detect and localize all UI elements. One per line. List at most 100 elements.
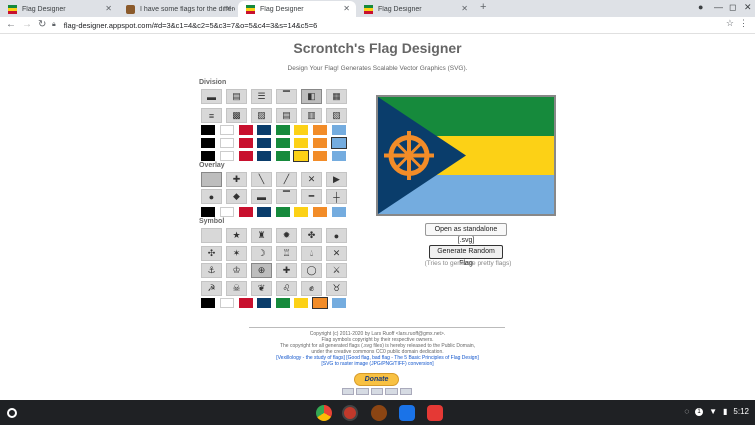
chrome-icon[interactable] [316,405,332,421]
drop-icon[interactable]: 💧︎ [301,245,322,261]
close-icon[interactable]: ✕ [105,4,112,13]
cross-flower-icon[interactable]: ✤ [301,228,322,243]
minimize-icon[interactable]: — [714,2,723,12]
division-option[interactable]: ▩ [226,108,247,123]
wheel-icon[interactable]: ⊕ [251,263,272,278]
color-swatch[interactable] [239,298,253,308]
url-text[interactable]: flag-designer.appspot.com/#d=3&c1=4&c2=5… [64,21,318,30]
anchor-icon[interactable]: ⚓︎ [201,263,222,278]
color-swatch[interactable] [257,207,271,217]
division-option[interactable]: ≡ [201,108,222,123]
hammer-sickle-icon[interactable]: ☭ [201,280,222,296]
address-bar[interactable]: 🔒︎ flag-designer.appspot.com/#d=3&c1=4&c… [52,18,748,32]
tab-flags-post[interactable]: I have some flags for the differe... ✕ [118,1,238,17]
swords-icon[interactable]: ⚔︎ [326,263,347,278]
division-option[interactable]: ▥ [301,108,322,123]
color-swatch[interactable] [257,298,271,308]
color-swatch[interactable] [239,151,253,161]
color-swatch[interactable] [332,298,346,308]
launcher-icon[interactable] [7,408,17,418]
leaf-icon[interactable]: ❦ [251,280,272,296]
menu-icon[interactable]: ⋮ [739,18,748,29]
color-swatch[interactable] [294,207,308,217]
division-option[interactable]: ▧ [326,108,347,123]
color-swatch[interactable] [201,138,215,148]
color-swatch[interactable] [276,207,290,217]
color-swatch[interactable] [257,151,271,161]
eagle-icon[interactable]: ♜ [251,228,272,243]
files-icon[interactable] [399,405,415,421]
color-swatch[interactable] [294,125,308,135]
crown-icon[interactable]: ♔ [226,263,247,278]
wreath-icon[interactable]: ◯ [301,263,322,278]
crescent-icon[interactable]: ☽ [251,245,272,261]
color-swatch[interactable] [276,298,290,308]
close-icon[interactable]: ✕ [461,4,468,13]
color-swatch[interactable] [332,207,346,217]
donate-button[interactable]: Donate [354,373,399,386]
color-swatch[interactable] [312,297,328,309]
circle-icon[interactable]: ● [326,228,347,243]
overlay-option[interactable]: ╲ [251,172,272,187]
division-option[interactable]: ▬ [201,89,222,104]
color-swatch[interactable] [239,207,253,217]
color-swatch[interactable] [220,298,234,308]
tower-icon[interactable]: ♖ [276,245,297,261]
compass-icon[interactable]: ✣ [201,245,222,261]
color-swatch[interactable] [201,125,215,135]
open-standalone-button[interactable]: Open as standalone [.svg] [425,223,507,244]
color-swatch[interactable] [331,137,347,149]
division-option[interactable]: ▨ [251,108,272,123]
overlay-option[interactable]: ▬ [251,189,272,204]
overlay-option[interactable]: ✚ [226,172,247,187]
color-swatch[interactable] [313,207,327,217]
color-swatch[interactable] [276,151,290,161]
color-swatch[interactable] [293,150,309,162]
color-swatch[interactable] [220,151,234,161]
color-swatch[interactable] [220,207,234,217]
saltire-icon[interactable]: ✕ [326,245,347,261]
cross-icon[interactable]: ✚ [276,263,297,278]
footer-raster-link[interactable]: [SVG to raster image (JPG/PNG/TIFF) conv… [250,361,505,367]
generate-random-flag-button[interactable]: Generate Random Flag [429,245,503,267]
color-swatch[interactable] [294,298,308,308]
tab-flag-designer-active[interactable]: Flag Designer ✕ [238,1,356,17]
overlay-option[interactable]: ✕ [301,172,322,187]
color-swatch[interactable] [332,125,346,135]
bull-icon[interactable]: ♉︎ [326,280,347,296]
close-window-icon[interactable]: ✕ [744,2,752,13]
division-option[interactable]: ▦ [326,89,347,104]
color-swatch[interactable] [313,151,327,161]
division-option[interactable]: ▔ [276,89,297,104]
overlay-option[interactable]: ━ [301,189,322,204]
close-icon[interactable]: ✕ [343,4,350,13]
overlay-option[interactable]: ┼ [326,189,347,204]
color-swatch[interactable] [220,125,234,135]
restore-icon[interactable]: ◻ [729,2,736,13]
overlay-option[interactable]: ▔ [276,189,297,204]
color-swatch[interactable] [313,125,327,135]
fist-icon[interactable]: ✊︎ [301,280,322,296]
bookmark-star-icon[interactable]: ☆ [726,18,734,29]
forward-icon[interactable]: → [22,19,32,30]
star-icon[interactable]: ★ [226,228,247,243]
sun-icon[interactable]: ✹ [276,228,297,243]
tab-flag-designer-1[interactable]: Flag Designer ✕ [0,1,118,17]
division-option[interactable]: ▤ [226,89,247,104]
app-icon[interactable] [371,405,387,421]
color-swatch[interactable] [257,138,271,148]
color-swatch[interactable] [201,298,215,308]
color-swatch[interactable] [201,151,215,161]
blank[interactable] [201,228,222,243]
new-tab-button[interactable]: + [480,1,486,13]
color-swatch[interactable] [239,138,253,148]
division-option[interactable]: ▤ [276,108,297,123]
division-option[interactable]: ◧ [301,89,322,104]
status-area[interactable]: ◌ 1 ▼ ▮ 5:12 [684,407,749,416]
star-small-icon[interactable]: ✶ [226,245,247,261]
tab-flag-designer-3[interactable]: Flag Designer ✕ [356,1,474,17]
color-swatch[interactable] [220,138,234,148]
color-swatch[interactable] [332,151,346,161]
back-icon[interactable]: ← [6,19,16,30]
color-swatch[interactable] [257,125,271,135]
